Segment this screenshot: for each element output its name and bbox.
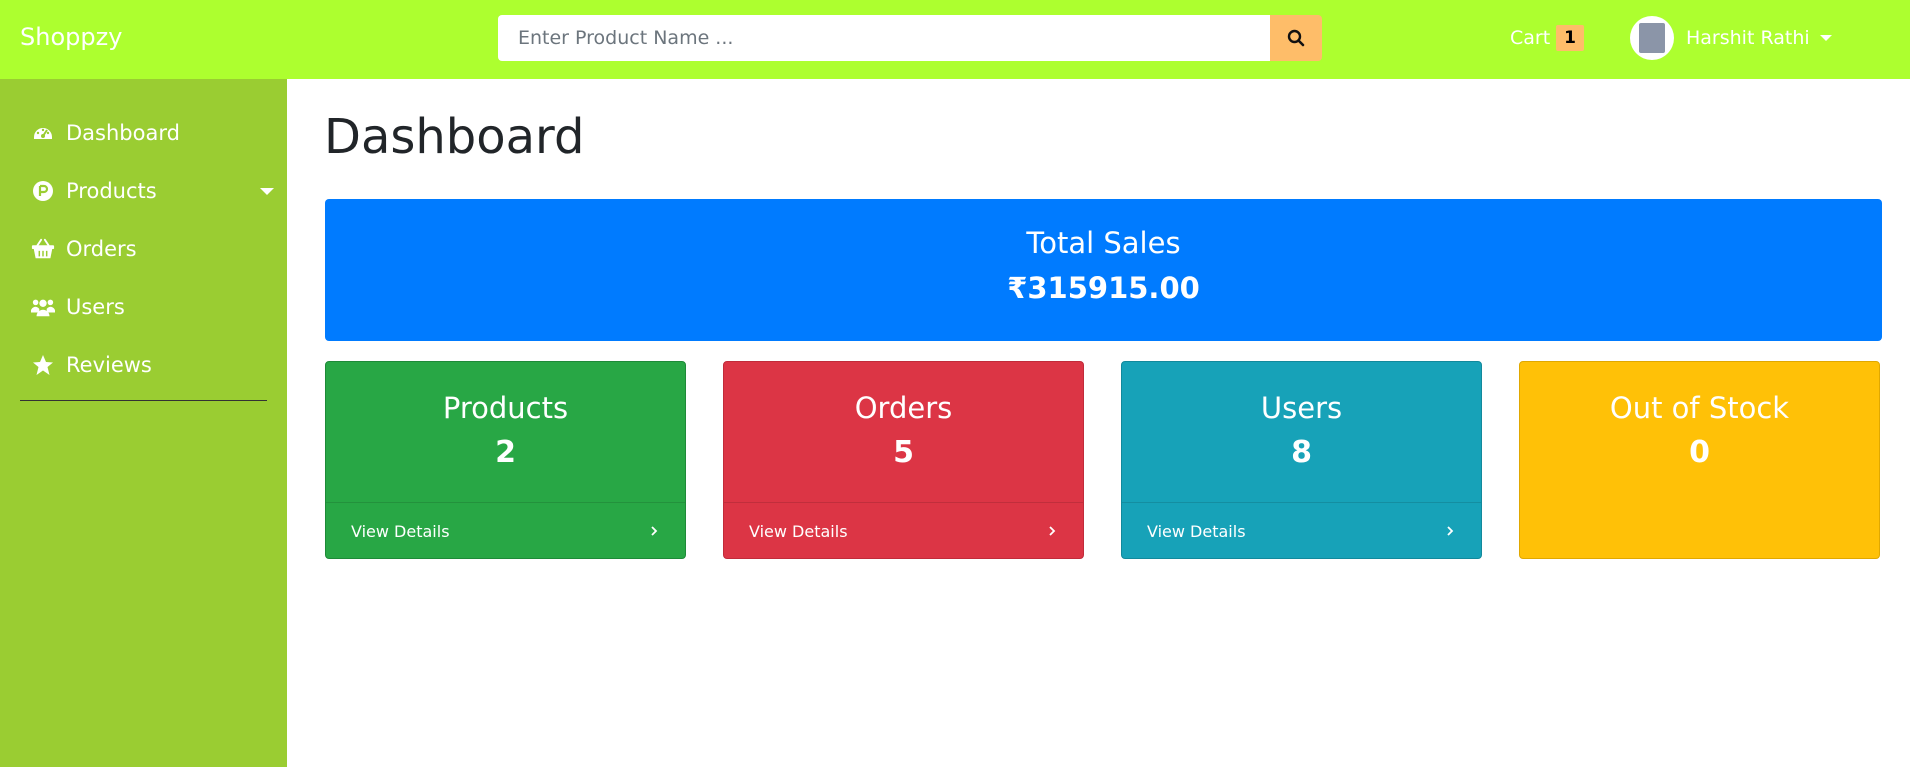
brand-logo[interactable]: Shoppzy	[20, 22, 122, 52]
cart-count-badge: 1	[1556, 25, 1585, 51]
products-card: Products 2 View Details	[325, 361, 686, 559]
sidebar-item-label: Dashboard	[66, 121, 180, 145]
basket-icon	[31, 237, 55, 261]
card-title: Orders	[854, 391, 953, 425]
avatar	[1630, 16, 1674, 60]
card-value: 2	[495, 435, 516, 470]
card-title: Out of Stock	[1609, 391, 1790, 425]
view-details-link[interactable]: View Details	[724, 502, 1083, 558]
total-sales-label: Total Sales	[1026, 226, 1181, 260]
sidebar-item-dashboard[interactable]: Dashboard	[31, 117, 180, 149]
out-of-stock-card: Out of Stock 0	[1519, 361, 1880, 559]
star-icon	[31, 353, 55, 377]
sidebar: Dashboard Products Orders Users Reviews	[0, 79, 287, 767]
sidebar-item-products[interactable]: Products	[31, 175, 274, 207]
page-title: Dashboard	[324, 109, 585, 165]
sidebar-item-label: Orders	[66, 237, 137, 261]
cart-link[interactable]: Cart 1	[1510, 22, 1585, 54]
chevron-right-icon	[1446, 524, 1456, 538]
main-content: Dashboard Total Sales ₹315915.00 Product…	[287, 79, 1910, 767]
cart-label: Cart	[1510, 27, 1551, 49]
card-title: Users	[1260, 391, 1343, 425]
card-title: Products	[442, 391, 569, 425]
sidebar-item-users[interactable]: Users	[31, 291, 125, 323]
user-name: Harshit Rathi	[1686, 27, 1810, 49]
search-button[interactable]	[1270, 15, 1322, 61]
search-icon	[1287, 29, 1305, 47]
orders-card: Orders 5 View Details	[723, 361, 1084, 559]
product-p-icon	[31, 179, 55, 203]
search-bar	[498, 15, 1322, 61]
view-details-link[interactable]: View Details	[326, 502, 685, 558]
card-value: 5	[893, 435, 914, 470]
top-navbar: Shoppzy Cart 1 Harshit Rathi	[0, 0, 1910, 79]
sidebar-item-label: Products	[66, 179, 157, 203]
sidebar-item-label: Users	[66, 295, 125, 319]
tachometer-icon	[31, 121, 55, 145]
view-details-label: View Details	[749, 521, 848, 541]
sidebar-item-reviews[interactable]: Reviews	[31, 349, 152, 381]
chevron-down-icon	[1819, 35, 1832, 41]
avatar-image	[1639, 23, 1665, 53]
chevron-right-icon	[1048, 524, 1058, 538]
card-value: 8	[1291, 435, 1312, 470]
view-details-label: View Details	[351, 521, 450, 541]
search-input[interactable]	[498, 15, 1270, 61]
chevron-down-icon[interactable]	[260, 187, 274, 195]
sidebar-item-orders[interactable]: Orders	[31, 233, 137, 265]
sidebar-item-label: Reviews	[66, 353, 152, 377]
card-value: 0	[1689, 435, 1710, 470]
sidebar-divider	[20, 400, 267, 401]
chevron-right-icon	[650, 524, 660, 538]
user-menu[interactable]: Harshit Rathi	[1630, 16, 1832, 60]
view-details-label: View Details	[1147, 521, 1246, 541]
total-sales-card: Total Sales ₹315915.00	[325, 199, 1882, 341]
view-details-link[interactable]: View Details	[1122, 502, 1481, 558]
users-card: Users 8 View Details	[1121, 361, 1482, 559]
total-sales-value: ₹315915.00	[1007, 271, 1200, 305]
users-icon	[31, 295, 55, 319]
